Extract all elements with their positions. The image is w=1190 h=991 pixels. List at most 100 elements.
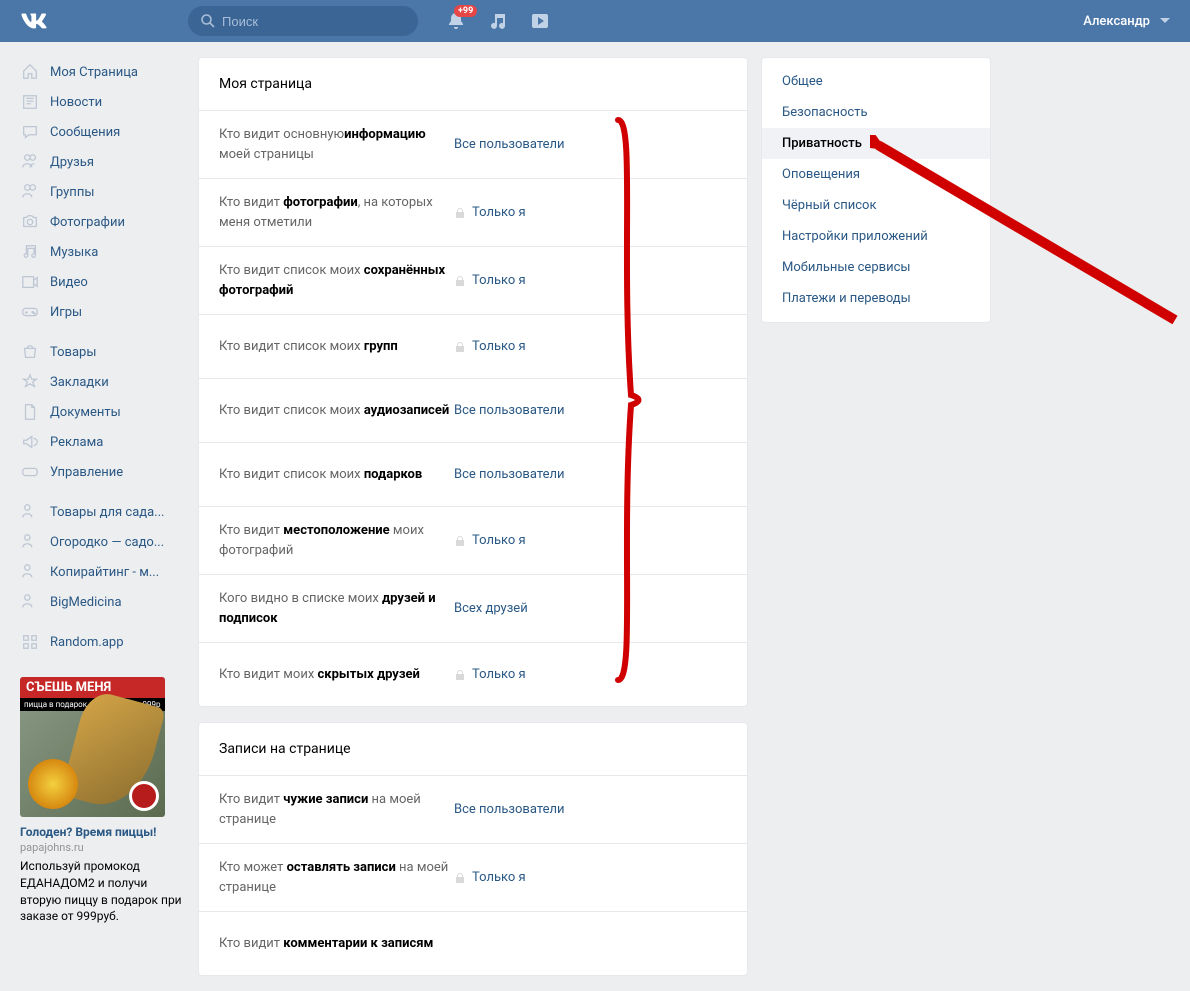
nav-icon (20, 632, 40, 652)
setting-label: Кто видит список моих аудиозаписей (219, 401, 454, 421)
nav-icon (20, 532, 40, 552)
username: Александр (1083, 14, 1150, 29)
nav-item[interactable]: Управление (20, 457, 185, 487)
nav-icon (20, 182, 40, 202)
setting-row: Кто видит чужие записи на моей страницеВ… (199, 775, 747, 843)
settings-tab[interactable]: Мобильные сервисы (762, 252, 990, 283)
notifications-badge: +99 (454, 5, 477, 17)
notifications-icon[interactable]: +99 (446, 11, 466, 31)
nav-icon (20, 302, 40, 322)
setting-label: Кто видит чужие записи на моей странице (219, 790, 454, 829)
nav-item[interactable]: Товары (20, 337, 185, 367)
nav-item[interactable]: Фотографии (20, 207, 185, 237)
settings-tab[interactable]: Настройки приложений (762, 221, 990, 252)
settings-tab[interactable]: Приватность (762, 128, 990, 159)
setting-row: Кто видит список моих группТолько я (199, 314, 747, 378)
nav-item[interactable]: Музыка (20, 237, 185, 267)
nav-item[interactable]: Random.app (20, 627, 185, 657)
nav-item[interactable]: Группы (20, 177, 185, 207)
setting-value[interactable]: Все пользователи (454, 403, 565, 418)
nav-icon (20, 212, 40, 232)
lock-icon (454, 341, 466, 353)
setting-row: Кто видит местоположение моих фотографий… (199, 506, 747, 574)
nav-icon (20, 92, 40, 112)
nav-icon (20, 432, 40, 452)
nav-label: Группы (50, 185, 94, 200)
nav-label: Копирайтинг - м... (50, 565, 159, 580)
section-title: Записи на странице (199, 723, 747, 775)
setting-label: Кто видит основнуюинформацию моей страни… (219, 125, 454, 164)
left-nav: Моя Страница Новости Сообщения Друзья Группы… (20, 57, 185, 991)
video-play-icon[interactable] (530, 11, 550, 31)
setting-value[interactable]: Только я (454, 339, 526, 354)
setting-row: Кто видит список моих сохранённых фотогр… (199, 246, 747, 314)
nav-item[interactable]: Друзья (20, 147, 185, 177)
nav-item[interactable]: Новости (20, 87, 185, 117)
nav-icon (20, 562, 40, 582)
setting-value[interactable]: Только я (454, 533, 526, 548)
search-container (188, 6, 418, 36)
ad-text: Используй промокод ЕДАНАДОМ2 и получи вт… (20, 858, 185, 925)
nav-item[interactable]: Документы (20, 397, 185, 427)
setting-row: Кто видит список моих аудиозаписейВсе по… (199, 378, 747, 442)
nav-item[interactable]: Сообщения (20, 117, 185, 147)
nav-label: Сообщения (50, 125, 120, 140)
ad-domain: papajohns.ru (20, 841, 185, 854)
setting-value[interactable]: Все пользователи (454, 467, 565, 482)
setting-value[interactable]: Только я (454, 205, 526, 220)
music-icon[interactable] (488, 11, 508, 31)
nav-icon (20, 152, 40, 172)
nav-item[interactable]: BigMedicina (20, 587, 185, 617)
nav-item[interactable]: Реклама (20, 427, 185, 457)
vk-logo[interactable] (20, 7, 48, 35)
nav-label: Товары для сада... (50, 505, 164, 520)
setting-value[interactable]: Все пользователи (454, 137, 565, 152)
lock-icon (454, 872, 466, 884)
setting-value[interactable]: Всех друзей (454, 601, 528, 616)
nav-label: Управление (50, 465, 123, 480)
main-content: Моя страницаКто видит основнуюинформацию… (198, 57, 748, 991)
nav-label: Закладки (50, 375, 109, 390)
nav-label: Новости (50, 95, 102, 110)
setting-value[interactable]: Все пользователи (454, 802, 565, 817)
nav-label: Игры (50, 305, 82, 320)
settings-tab[interactable]: Оповещения (762, 159, 990, 190)
setting-row: Кто может оставлять записи на моей стран… (199, 843, 747, 911)
search-input[interactable] (188, 6, 418, 36)
nav-item[interactable]: Видео (20, 267, 185, 297)
setting-value[interactable]: Только я (454, 667, 526, 682)
lock-icon (454, 275, 466, 287)
setting-label: Кто видит комментарии к записям (219, 934, 454, 954)
setting-label: Кто видит список моих подарков (219, 465, 454, 485)
ad-title[interactable]: Голоден? Время пиццы! (20, 825, 185, 839)
settings-tab[interactable]: Чёрный список (762, 190, 990, 221)
nav-label: Реклама (50, 435, 103, 450)
nav-item[interactable]: Закладки (20, 367, 185, 397)
nav-item[interactable]: Моя Страница (20, 57, 185, 87)
settings-tab[interactable]: Общее (762, 66, 990, 97)
nav-icon (20, 272, 40, 292)
user-menu[interactable]: Александр (1083, 14, 1170, 29)
nav-item[interactable]: Игры (20, 297, 185, 327)
nav-item[interactable]: Товары для сада... (20, 497, 185, 527)
setting-row: Кого видно в списке моих друзей и подпис… (199, 574, 747, 642)
nav-icon (20, 62, 40, 82)
lock-icon (454, 207, 466, 219)
nav-label: Товары (50, 345, 96, 360)
ad-block[interactable]: СЪЕШЬ МЕНЯ пицца в подарок при заказе от… (20, 677, 185, 925)
nav-label: Огородко — садо... (50, 535, 164, 550)
nav-label: BigMedicina (50, 595, 122, 610)
nav-item[interactable]: Копирайтинг - м... (20, 557, 185, 587)
setting-value[interactable]: Только я (454, 273, 526, 288)
top-icons: +99 (446, 11, 550, 31)
settings-tab[interactable]: Безопасность (762, 97, 990, 128)
nav-item[interactable]: Огородко — садо... (20, 527, 185, 557)
nav-icon (20, 342, 40, 362)
setting-value[interactable]: Только я (454, 870, 526, 885)
setting-label: Кто видит местоположение моих фотографий (219, 521, 454, 560)
nav-icon (20, 372, 40, 392)
setting-label: Кто может оставлять записи на моей стран… (219, 858, 454, 897)
ad-banner: СЪЕШЬ МЕНЯ (20, 677, 165, 698)
settings-section: Моя страницаКто видит основнуюинформацию… (198, 57, 748, 707)
settings-tab[interactable]: Платежи и переводы (762, 283, 990, 314)
